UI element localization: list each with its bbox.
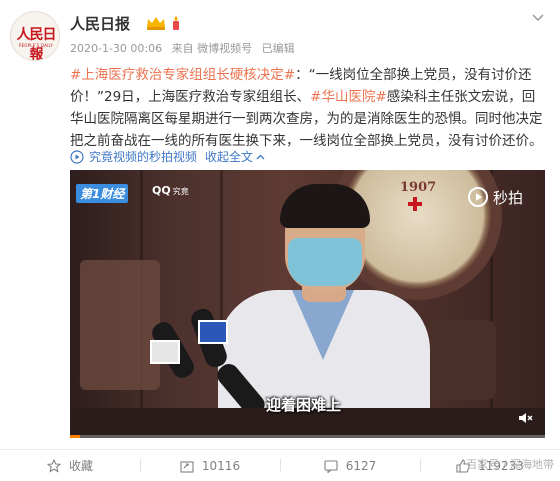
video-player[interactable]: 1907 第1财经 QQ 究竟 秒拍 迎着困难上 [70, 170, 545, 438]
favorite-label: 收藏 [68, 459, 93, 473]
microphone-flag [150, 340, 180, 364]
microphone-flag [198, 320, 228, 344]
chair-right [426, 320, 496, 400]
repost-icon [180, 460, 194, 473]
chevron-up-icon [256, 154, 265, 159]
star-icon [46, 458, 61, 473]
vip-crown-icon[interactable] [145, 15, 167, 31]
video-link-row: 究竟视频的秒拍视频 收起全文 [70, 148, 265, 165]
post-meta: 2020-1-30 00:06 来自 微博视频号 已编辑 [70, 40, 301, 56]
miaopai-logo-icon [467, 187, 488, 207]
comment-button[interactable]: 6127 [280, 450, 420, 481]
video-progress-fill [70, 435, 80, 438]
channel-logo-2-sub: 究竟 [172, 187, 189, 196]
volume-mute-icon[interactable] [517, 410, 533, 426]
channel-logo-2-text: QQ [152, 184, 171, 197]
chair-left [80, 260, 160, 390]
collapse-label: 收起全文 [205, 150, 254, 164]
channel-logo-2: QQ 究竟 [152, 184, 189, 197]
video-progress-bar[interactable] [70, 435, 545, 438]
post-source: 来自 微博视频号 [171, 42, 253, 55]
comment-icon [324, 459, 338, 473]
video-play-icon [70, 149, 84, 164]
repost-count: 10116 [201, 458, 241, 473]
chevron-down-icon[interactable] [532, 14, 544, 22]
weibo-post-card: 人民日報 PEOPLE'S DAILY 人民日报 2020-1-30 00:06… [0, 0, 560, 481]
video-subtitle: 迎着困难上 [266, 396, 342, 414]
hospital-topic-link[interactable]: #华山医院# [310, 89, 387, 105]
topic-link[interactable]: #上海医疗救治专家组组长硬核决定# [70, 67, 295, 83]
post-time[interactable]: 2020-1-30 00:06 [70, 42, 162, 55]
emblem-year: 1907 [400, 180, 437, 195]
red-cross-icon [408, 197, 422, 211]
comment-count: 6127 [345, 458, 377, 473]
miaopai-label: 秒拍 [492, 188, 523, 207]
miaopai-watermark: 秒拍 [467, 186, 523, 208]
author-name[interactable]: 人民日报 [70, 13, 130, 34]
repost-button[interactable]: 10116 [140, 450, 280, 481]
avatar-logo-subtext: PEOPLE'S DAILY [18, 43, 54, 48]
author-avatar[interactable]: 人民日報 PEOPLE'S DAILY [10, 11, 60, 61]
site-watermark: 百家号 / 深海地带 [466, 458, 554, 471]
favorite-button[interactable]: 收藏 [0, 450, 140, 481]
candle-badge-icon[interactable] [169, 15, 183, 31]
video-source-link[interactable]: 究竟视频的秒拍视频 [89, 148, 197, 165]
face-mask [288, 238, 362, 286]
channel-logo: 第1财经 [76, 184, 129, 203]
collapse-link[interactable]: 收起全文 [205, 148, 265, 165]
edited-label[interactable]: 已编辑 [262, 42, 295, 55]
post-text: #上海医疗救治专家组组长硬核决定#：“一线岗位全部换上党员，没有讨价还价！”29… [70, 64, 544, 152]
